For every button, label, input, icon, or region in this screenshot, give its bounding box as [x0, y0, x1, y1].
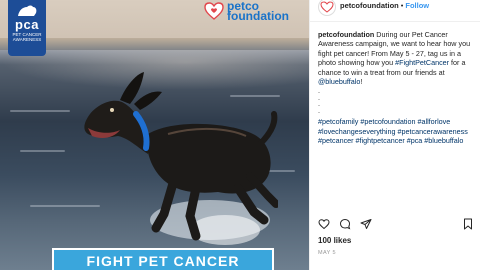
badge-acronym: pca — [15, 17, 39, 32]
post-photo[interactable]: pca PET CANCER AWARENESS petco foundatio… — [0, 0, 309, 270]
comment-icon[interactable] — [339, 218, 351, 230]
badge-subtitle: PET CANCER AWARENESS — [12, 32, 42, 42]
brand-name: petco foundation — [227, 0, 289, 23]
hashtag-link[interactable]: #FightPetCancer — [395, 58, 449, 67]
heart-logo-icon — [204, 2, 224, 20]
shoreline — [0, 38, 309, 50]
caption-username[interactable]: petcofoundation — [318, 30, 374, 39]
heart-logo-icon — [320, 0, 334, 13]
post-date: MAY 5 — [318, 250, 336, 256]
post-actions — [318, 217, 474, 231]
post-caption: petcofoundation During our Pet Cancer Aw… — [318, 30, 476, 146]
wave — [10, 110, 70, 112]
brand-line-2: foundation — [227, 9, 289, 23]
pca-badge: pca PET CANCER AWARENESS — [8, 0, 46, 56]
avatar[interactable] — [318, 0, 336, 16]
header-separator: • — [400, 1, 404, 10]
header-username[interactable]: petcofoundation — [340, 1, 399, 10]
fight-pet-cancer-banner: FIGHT PET CANCER — [52, 248, 274, 270]
post-side-panel: petcofoundation • Follow petcofoundation… — [309, 0, 480, 270]
bookmark-icon[interactable] — [462, 218, 474, 230]
caption-dot: . — [318, 105, 320, 115]
mention-link[interactable]: @bluebuffalo — [318, 77, 360, 86]
follow-button[interactable]: Follow — [405, 1, 429, 10]
dog-illustration — [84, 72, 278, 241]
heart-icon[interactable] — [318, 218, 330, 230]
post-header: petcofoundation • Follow — [310, 0, 480, 22]
share-icon[interactable] — [360, 218, 372, 230]
wave — [20, 150, 65, 152]
caption-text: ! — [360, 77, 363, 87]
petco-foundation-logo: petco foundation — [204, 0, 309, 22]
hashtags-link[interactable]: #petcofamily #petcofoundation #allforlov… — [318, 117, 476, 145]
dog-silhouette-icon — [18, 5, 37, 16]
likes-count[interactable]: 100 likes — [318, 236, 351, 245]
